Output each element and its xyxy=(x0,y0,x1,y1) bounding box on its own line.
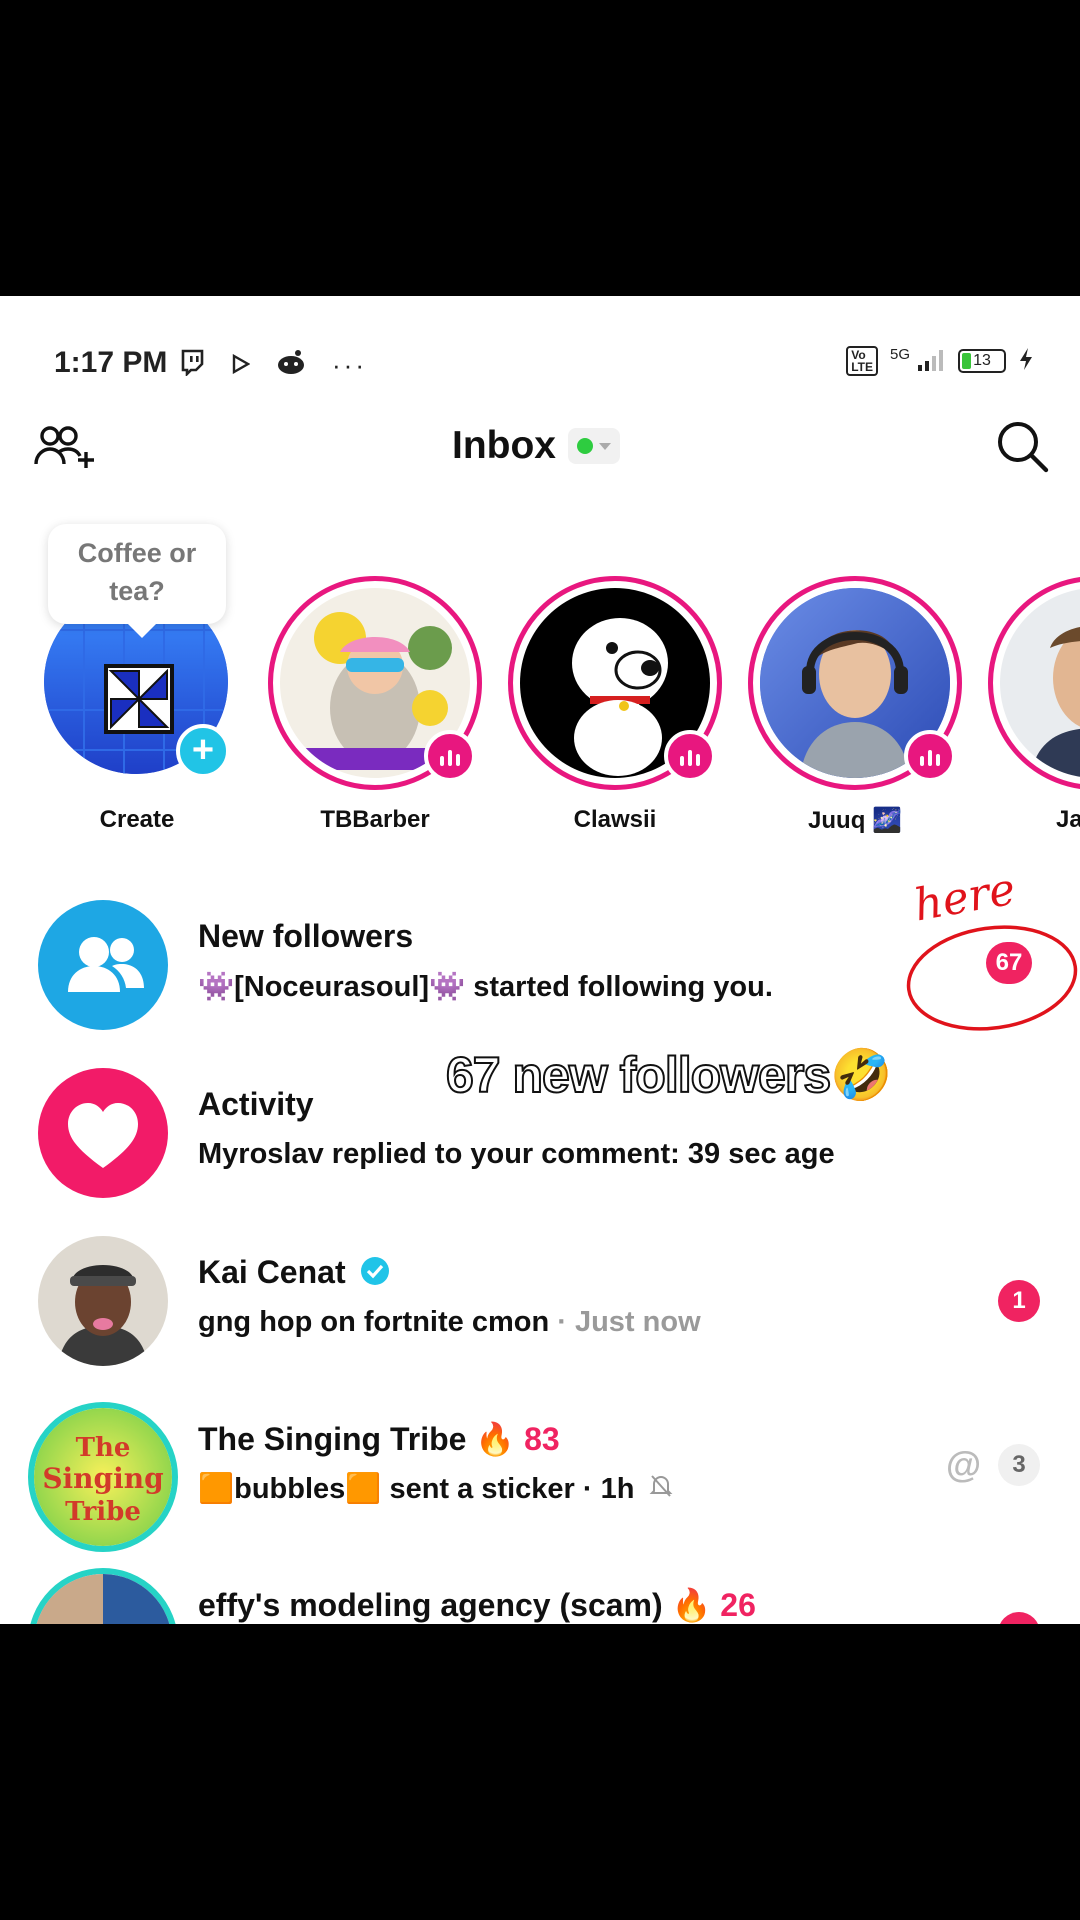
row-subtitle: 👾[Noceurasoul]👾 started following you. xyxy=(198,971,773,1003)
group-name: The Singing Tribe xyxy=(198,1421,467,1457)
streak-fire-icon: 🔥 xyxy=(475,1421,516,1457)
battery-level: 13 xyxy=(973,352,991,369)
live-audio-icon xyxy=(904,730,956,782)
followers-icon xyxy=(38,900,168,1030)
red-circle-icon xyxy=(906,925,1078,1031)
row-subtitle: gng hop on fortnite cmon · Just now xyxy=(198,1306,701,1339)
network-type: 5G xyxy=(889,345,910,363)
twitch-icon xyxy=(178,348,206,383)
online-dot-icon xyxy=(577,438,593,454)
inbox-title-group[interactable]: Inbox xyxy=(452,424,620,468)
group-name: effy's modeling agency (scam) xyxy=(198,1587,663,1623)
svg-text:Tribe: Tribe xyxy=(65,1497,141,1527)
mention-icon: @ xyxy=(946,1444,982,1485)
story-name: Jam xyxy=(1056,806,1080,833)
inbox-row-kai-cenat[interactable]: Kai Cenat gng hop on fortnite cmon · Jus… xyxy=(0,1236,1080,1376)
group-avatar: The Singing Tribe xyxy=(28,1402,178,1552)
unread-badge: 1 xyxy=(998,1280,1040,1322)
system-icons: Vo LTE 5G 13 xyxy=(846,346,1034,376)
search-button[interactable] xyxy=(994,418,1050,474)
add-story-icon[interactable]: + xyxy=(176,724,230,778)
contact-name: Kai Cenat xyxy=(198,1254,346,1290)
more-notifications-icon: ··· xyxy=(332,350,367,380)
row-title: Activity xyxy=(198,1086,314,1122)
svg-text:The: The xyxy=(76,1433,131,1463)
muted-bell-icon xyxy=(649,1473,673,1507)
live-audio-icon xyxy=(664,730,716,782)
verified-icon xyxy=(360,1256,390,1294)
message-time: · Just now xyxy=(557,1306,701,1338)
row-subtitle: 🟧bubbles🟧 sent a sticker · 1h xyxy=(198,1472,673,1507)
add-friends-icon xyxy=(34,426,94,468)
row-title: New followers xyxy=(198,918,414,954)
status-bar: 1:17 PM ··· Vo LTE 5G 13 xyxy=(0,344,1080,396)
screen: 1:17 PM ··· Vo LTE 5G 13 Inbox + Coffee … xyxy=(0,296,1080,1624)
row-title: Kai Cenat xyxy=(198,1254,390,1294)
row-title: The Singing Tribe 🔥 83 xyxy=(198,1420,560,1458)
handwritten-annotation: here xyxy=(900,864,1080,1042)
inbox-row-effys-modeling-agency[interactable]: effy's modeling agency (scam) 🔥 26 xyxy=(0,1568,1080,1624)
online-status-toggle[interactable] xyxy=(568,428,620,464)
status-time: 1:17 PM xyxy=(54,346,168,379)
note-bubble[interactable]: Coffee or tea? xyxy=(48,524,226,638)
streak-count: 26 xyxy=(720,1587,756,1623)
streak-count: 83 xyxy=(524,1421,560,1457)
avatar xyxy=(38,1236,168,1366)
story-name: Create xyxy=(99,806,175,833)
add-friends-button[interactable] xyxy=(34,420,94,476)
unread-badge: 3 xyxy=(998,1444,1040,1486)
unread-badge xyxy=(998,1612,1040,1624)
story-name: TBBarber xyxy=(320,806,430,833)
video-caption: 67 new followers🤣 xyxy=(445,1046,893,1104)
reddit-icon xyxy=(276,349,306,382)
search-icon xyxy=(998,422,1049,473)
story-name: Juuq 🌌 xyxy=(808,807,902,834)
battery-icon: 13 xyxy=(958,349,1006,373)
chevron-down-icon xyxy=(599,442,611,450)
last-message: 🟧bubbles🟧 sent a sticker · 1h xyxy=(198,1473,635,1505)
notification-icons: ··· xyxy=(178,348,367,383)
play-icon xyxy=(232,350,251,381)
last-message: gng hop on fortnite cmon xyxy=(198,1306,550,1338)
group-avatar xyxy=(28,1568,178,1624)
row-title: effy's modeling agency (scam) 🔥 26 xyxy=(198,1586,756,1624)
stories-row: + Coffee or tea? Create TBBarber Clawsii… xyxy=(0,524,1080,848)
streak-fire-icon: 🔥 xyxy=(671,1587,712,1623)
signal-icon xyxy=(916,347,946,376)
svg-text:Singing: Singing xyxy=(42,1462,163,1495)
row-subtitle: Myroslav replied to your comment: 39 sec… xyxy=(198,1138,835,1170)
live-audio-icon xyxy=(424,730,476,782)
charging-icon xyxy=(1018,347,1034,376)
note-text: Coffee or tea? xyxy=(77,538,197,606)
heart-icon xyxy=(38,1068,168,1198)
top-bar: Inbox xyxy=(0,414,1080,484)
story-name: Clawsii xyxy=(573,806,657,833)
page-title: Inbox xyxy=(452,424,556,467)
inbox-row-singing-tribe[interactable]: The Singing Tribe The Singing Tribe 🔥 83… xyxy=(0,1402,1080,1552)
volte-icon: Vo LTE xyxy=(846,346,878,376)
